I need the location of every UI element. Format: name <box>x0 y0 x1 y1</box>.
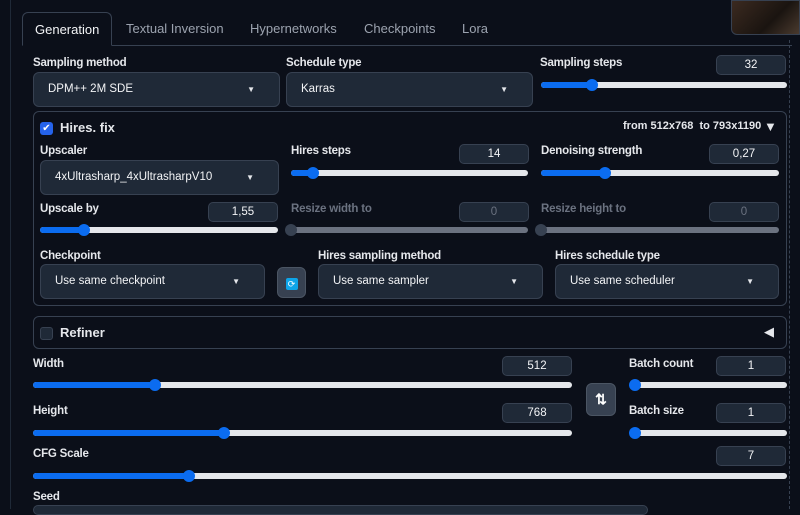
info-from: from <box>623 120 648 132</box>
hires-scheduler-dropdown[interactable]: Use same scheduler ▼ <box>555 264 779 299</box>
upscaler-label: Upscaler <box>40 145 87 157</box>
width-slider[interactable] <box>33 379 572 391</box>
sampling-steps-input[interactable]: 32 <box>716 55 786 75</box>
schedule-type-dropdown[interactable]: Karras ▼ <box>286 72 533 107</box>
hires-scheduler-label: Hires schedule type <box>555 250 660 262</box>
batch-count-input[interactable]: 1 <box>716 356 786 376</box>
slider-thumb[interactable] <box>629 427 641 439</box>
expand-triangle-icon[interactable]: ◀ <box>764 324 774 340</box>
schedule-type-label: Schedule type <box>286 57 362 69</box>
chevron-down-icon: ▼ <box>510 277 518 286</box>
chevron-down-icon: ▼ <box>232 277 240 286</box>
right-border <box>789 40 790 509</box>
refiner-label: Refiner <box>60 325 105 340</box>
slider-fill <box>541 170 606 176</box>
resize-height-input[interactable]: 0 <box>709 202 779 222</box>
height-slider[interactable] <box>33 427 572 439</box>
checkpoint-value: Use same checkpoint <box>55 275 165 287</box>
slider-fill <box>33 473 189 479</box>
slider-thumb[interactable] <box>77 224 90 236</box>
sampling-steps-label: Sampling steps <box>540 57 623 69</box>
upscaler-dropdown[interactable]: 4xUltrasharp_4xUltrasharpV10 ▼ <box>40 160 279 195</box>
hires-steps-label: Hires steps <box>291 145 351 157</box>
chevron-down-icon: ▼ <box>500 85 508 94</box>
tab-lora[interactable]: Lora <box>450 12 500 46</box>
slider-thumb[interactable] <box>307 167 320 179</box>
sampling-method-label: Sampling method <box>33 57 127 69</box>
info-to: to <box>699 120 710 132</box>
hires-steps-input[interactable]: 14 <box>459 144 529 164</box>
refresh-button[interactable]: ⟳ <box>277 267 306 298</box>
upscaler-value: 4xUltrasharp_4xUltrasharpV10 <box>55 171 213 183</box>
hires-fix-label: Hires. fix <box>60 120 115 135</box>
schedule-type-value: Karras <box>301 83 335 95</box>
checkpoint-label: Checkpoint <box>40 250 101 262</box>
resize-width-slider[interactable] <box>285 224 528 236</box>
tab-generation[interactable]: Generation <box>22 12 113 46</box>
tab-hypernetworks[interactable]: Hypernetworks <box>238 12 349 46</box>
denoising-slider[interactable] <box>541 167 779 179</box>
slider-thumb[interactable] <box>629 379 641 391</box>
slider-thumb[interactable] <box>586 79 599 91</box>
cfg-scale-label: CFG Scale <box>33 448 89 460</box>
resize-height-slider[interactable] <box>535 224 779 236</box>
slider-fill <box>33 430 225 436</box>
slider-thumb[interactable] <box>535 224 547 236</box>
swap-arrows-icon: ⇅ <box>595 391 607 407</box>
batch-count-slider[interactable] <box>629 379 787 391</box>
batch-size-input[interactable]: 1 <box>716 403 786 423</box>
hires-sampler-value: Use same sampler <box>333 275 429 287</box>
sampling-steps-slider[interactable] <box>541 79 787 91</box>
slider-fill <box>541 82 593 88</box>
hires-sampler-dropdown[interactable]: Use same sampler ▼ <box>318 264 543 299</box>
batch-count-label: Batch count <box>629 358 694 370</box>
hires-fix-checkbox[interactable]: ✔ <box>40 122 53 135</box>
height-label: Height <box>33 405 68 417</box>
hires-size-info: from 512x768 to 793x1190 <box>623 120 761 132</box>
resize-width-input[interactable]: 0 <box>459 202 529 222</box>
upscale-by-input[interactable]: 1,55 <box>208 202 278 222</box>
slider-fill <box>33 382 155 388</box>
batch-size-slider[interactable] <box>629 427 787 439</box>
slider-thumb[interactable] <box>218 427 231 439</box>
tab-checkpoints[interactable]: Checkpoints <box>352 12 448 46</box>
preview-thumbnail[interactable] <box>731 0 800 35</box>
hires-scheduler-value: Use same scheduler <box>570 275 675 287</box>
denoising-input[interactable]: 0,27 <box>709 144 779 164</box>
resize-height-label: Resize height to <box>541 203 626 215</box>
hires-sampler-label: Hires sampling method <box>318 250 441 262</box>
refiner-panel[interactable] <box>33 316 787 349</box>
sampling-method-dropdown[interactable]: DPM++ 2M SDE ▼ <box>33 72 280 107</box>
slider-thumb[interactable] <box>285 224 297 236</box>
swap-dimensions-button[interactable]: ⇅ <box>586 383 616 416</box>
resize-width-label: Resize width to <box>291 203 372 215</box>
width-label: Width <box>33 358 64 370</box>
refiner-checkbox[interactable] <box>40 327 53 340</box>
info-size-from: 512x768 <box>650 120 694 132</box>
chevron-down-icon: ▼ <box>246 173 254 182</box>
collapse-triangle-icon[interactable]: ▼ <box>764 119 777 134</box>
tab-textual-inversion[interactable]: Textual Inversion <box>114 12 236 46</box>
cfg-scale-slider[interactable] <box>33 470 787 482</box>
slider-thumb[interactable] <box>183 470 195 482</box>
width-input[interactable]: 512 <box>502 356 572 376</box>
batch-size-label: Batch size <box>629 405 684 417</box>
height-input[interactable]: 768 <box>502 403 572 423</box>
sampling-method-value: DPM++ 2M SDE <box>48 83 133 95</box>
chevron-down-icon: ▼ <box>746 277 754 286</box>
seed-label: Seed <box>33 491 60 503</box>
slider-thumb[interactable] <box>148 379 161 391</box>
upscale-by-label: Upscale by <box>40 203 99 215</box>
checkpoint-dropdown[interactable]: Use same checkpoint ▼ <box>40 264 265 299</box>
hires-steps-slider[interactable] <box>291 167 528 179</box>
seed-input[interactable] <box>33 505 648 515</box>
refresh-icon: ⟳ <box>285 278 298 290</box>
cfg-scale-input[interactable]: 7 <box>716 446 786 466</box>
left-border <box>10 0 11 509</box>
chevron-down-icon: ▼ <box>247 85 255 94</box>
denoising-label: Denoising strength <box>541 145 643 157</box>
upscale-by-slider[interactable] <box>40 224 278 236</box>
info-size-to: 793x1190 <box>712 120 762 132</box>
